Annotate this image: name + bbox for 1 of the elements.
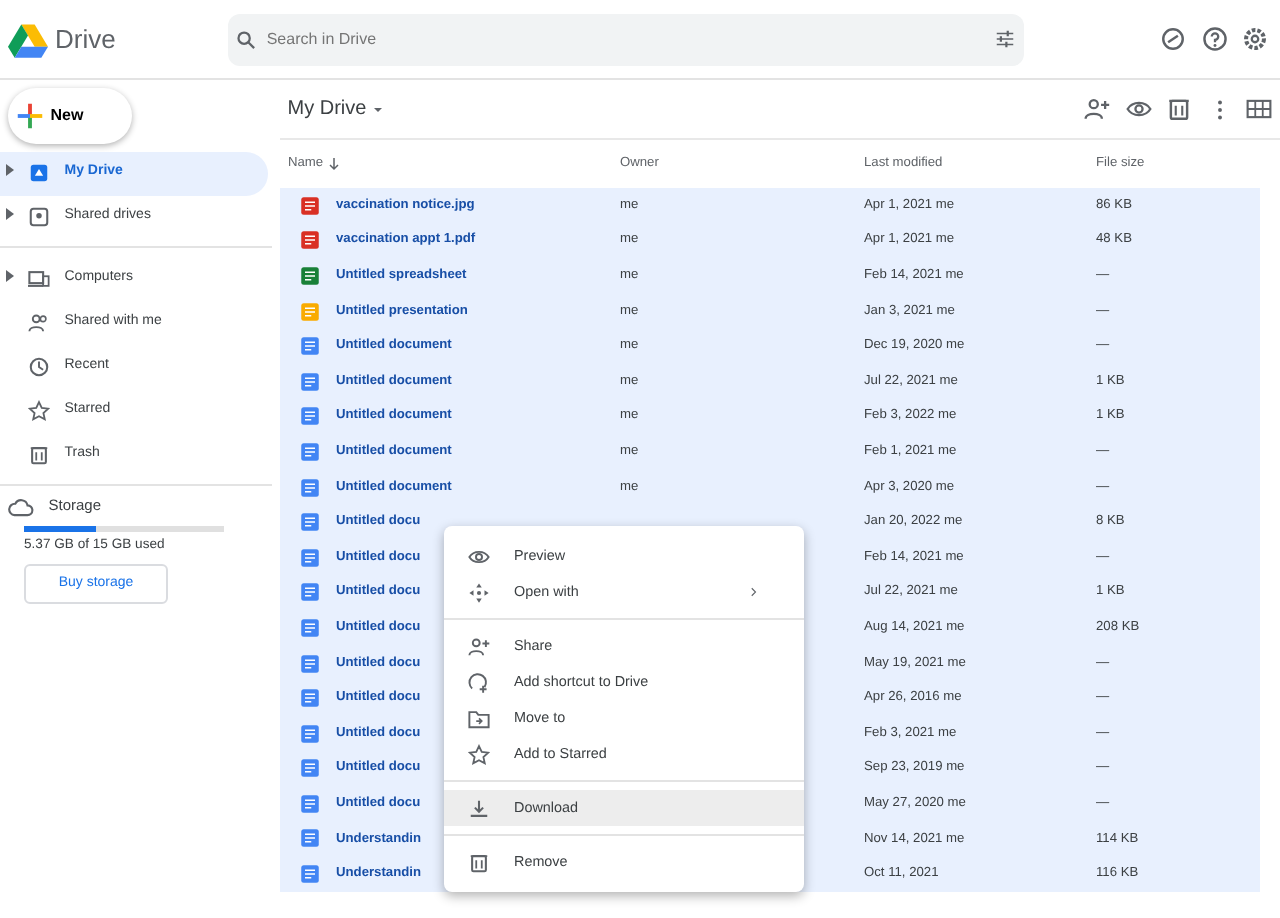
app-title: Drive (55, 21, 116, 58)
